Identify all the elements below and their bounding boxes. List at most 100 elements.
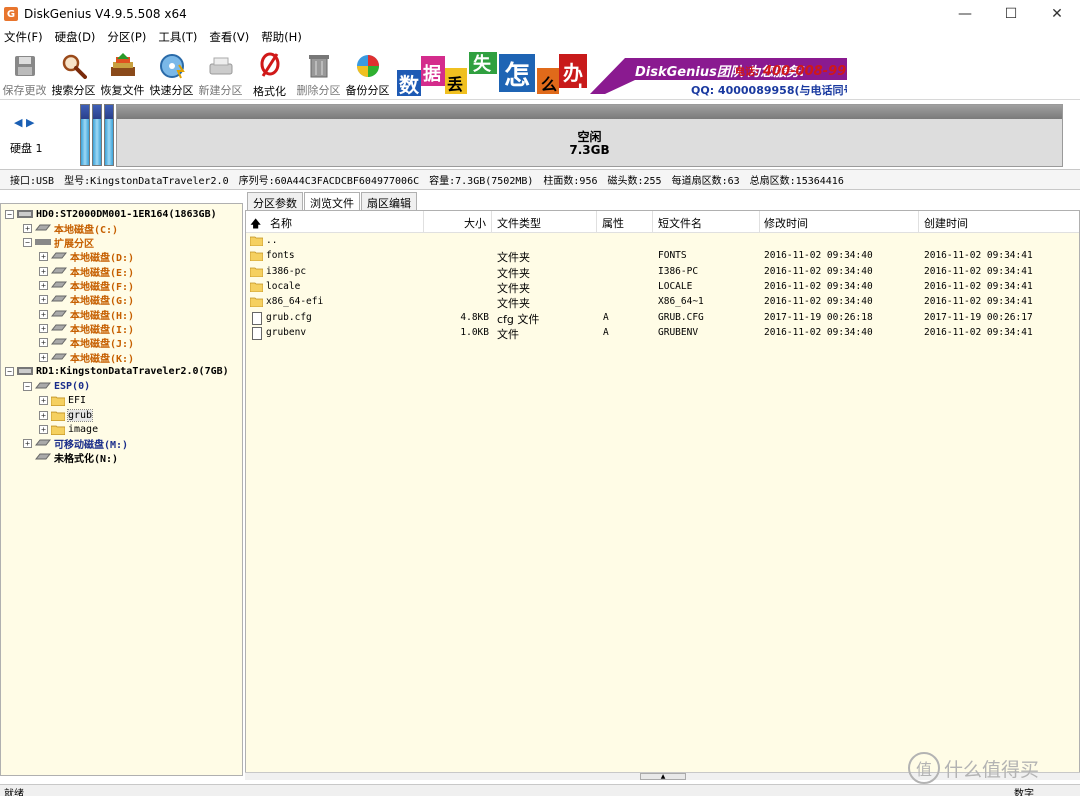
- folder-icon: [250, 282, 263, 292]
- tree-esp[interactable]: − ESP(0): [23, 379, 90, 393]
- title-bar: G DiskGenius V4.9.5.508 x64 — ☐ ✕: [0, 0, 1080, 28]
- file-row[interactable]: fonts 文件夹 FONTS 2016-11-02 09:34:40 2016-11-…: [246, 249, 1079, 264]
- delete-partition-button[interactable]: 删除分区: [294, 48, 343, 98]
- file-row[interactable]: locale 文件夹 LOCALE 2016-11-02 09:34:40 2016-1…: [246, 280, 1079, 295]
- free-space-bar[interactable]: 空闲 7.3GB: [116, 104, 1063, 167]
- cell-created: 2016-11-02 09:34:41: [924, 265, 1033, 277]
- tree-local-i[interactable]: + 本地磁盘(I:): [39, 321, 134, 336]
- cell-created: 2017-11-19 00:26:17: [924, 311, 1033, 323]
- tree-folder-image[interactable]: + image: [39, 422, 98, 436]
- menu-partition[interactable]: 分区(P): [103, 29, 150, 45]
- status-text: 就绪: [4, 789, 24, 796]
- cell-name: x86_64-efi: [266, 296, 324, 308]
- trash-can-icon: [304, 52, 334, 79]
- column-modified[interactable]: 修改时间: [764, 215, 808, 231]
- tree-extended[interactable]: − 扩展分区: [23, 235, 94, 250]
- file-icon: [252, 311, 262, 325]
- numlock-indicator: 数字: [1014, 789, 1034, 796]
- cell-name: ..: [266, 235, 278, 246]
- cell-attr: A: [603, 326, 609, 338]
- file-row[interactable]: x86_64-efi 文件夹 X86_64~1 2016-11-02 09:34:40…: [246, 295, 1079, 310]
- tree-local-e[interactable]: + 本地磁盘(E:): [39, 264, 134, 279]
- window-title: DiskGenius V4.9.5.508 x64: [24, 7, 187, 21]
- folder-icon: [250, 297, 263, 308]
- tree-unformatted[interactable]: 未格式化(N:): [35, 450, 118, 465]
- tab-browse-files[interactable]: 浏览文件: [304, 192, 360, 210]
- tree-folder-efi[interactable]: + EFI: [39, 393, 86, 407]
- column-name[interactable]: 名称: [270, 215, 292, 231]
- menu-help[interactable]: 帮助(H): [257, 29, 306, 45]
- save-changes-button[interactable]: 保存更改: [0, 48, 49, 98]
- file-row[interactable]: ..: [246, 234, 1079, 249]
- format-icon: [255, 52, 285, 80]
- tree-local-d[interactable]: + 本地磁盘(D:): [39, 249, 134, 264]
- banner-char-6: 么: [541, 75, 557, 94]
- tree-local-c[interactable]: + 本地磁盘(C:): [23, 221, 118, 236]
- tree-rd1[interactable]: − RD1:KingstonDataTraveler2.0(7GB): [5, 364, 229, 378]
- column-type[interactable]: 文件类型: [497, 215, 541, 231]
- partition-bar-unformatted[interactable]: [104, 104, 114, 166]
- cell-modified: 2016-11-02 09:34:40: [764, 265, 873, 277]
- cell-type: 文件夹: [497, 266, 530, 280]
- recover-files-button[interactable]: 恢复文件: [98, 48, 147, 98]
- cell-name: i386-pc: [266, 265, 307, 277]
- quick-partition-button[interactable]: 快速分区: [147, 48, 196, 98]
- partition-bar-removable[interactable]: [92, 104, 102, 166]
- cell-created: 2016-11-02 09:34:41: [924, 280, 1033, 292]
- partition-icon: [35, 382, 51, 389]
- minimize-button[interactable]: —: [942, 0, 988, 28]
- new-drive-icon: [206, 52, 236, 79]
- cell-type: cfg 文件: [497, 312, 540, 326]
- new-partition-button[interactable]: 新建分区: [196, 48, 245, 98]
- up-folder-icon[interactable]: 🡅: [250, 215, 261, 234]
- column-size[interactable]: 大小: [464, 215, 486, 231]
- search-partition-button[interactable]: 搜索分区: [49, 48, 98, 98]
- column-attr[interactable]: 属性: [602, 215, 624, 231]
- scroll-grip[interactable]: ▲: [640, 773, 686, 780]
- partition-bar-esp[interactable]: [80, 104, 90, 166]
- disk-nav-arrows[interactable]: ◀ ▶: [14, 116, 34, 129]
- ad-banner[interactable]: 数 据 丢 失 怎 么 办 ! DiskGenius团队 为您服务! 电话: 4…: [395, 50, 847, 98]
- partition-icon: [51, 353, 67, 360]
- close-button[interactable]: ✕: [1034, 0, 1080, 28]
- banner-char-2: 据: [423, 63, 441, 85]
- tree-hd0[interactable]: − HD0:ST2000DM001-1ER164(1863GB): [5, 207, 217, 221]
- backup-partition-button[interactable]: 备份分区: [343, 48, 392, 98]
- file-row[interactable]: i386-pc 文件夹 I386-PC 2016-11-02 09:34:40 2016…: [246, 265, 1079, 280]
- menu-view[interactable]: 查看(V): [205, 29, 253, 45]
- tree-local-j[interactable]: + 本地磁盘(J:): [39, 335, 134, 350]
- tree-local-k[interactable]: + 本地磁盘(K:): [39, 350, 134, 365]
- hard-disk-icon: [17, 210, 33, 218]
- disk-info-bar: 接口:USB 型号:KingstonDataTraveler2.0 序列号:60…: [0, 170, 1080, 190]
- cell-type: 文件夹: [497, 281, 530, 295]
- file-row[interactable]: grubenv 1.0KB 文件 A GRUBENV 2016-11-02 09:34:4…: [246, 326, 1079, 341]
- tab-partition-params[interactable]: 分区参数: [247, 192, 303, 210]
- cell-short: FONTS: [658, 250, 687, 262]
- menu-file[interactable]: 文件(F): [0, 29, 47, 45]
- format-button[interactable]: 格式化: [245, 48, 294, 98]
- menu-tools[interactable]: 工具(T): [154, 29, 201, 45]
- partition-icon: [51, 324, 67, 331]
- banner-char-4: 失: [473, 53, 492, 75]
- disk-lightning-icon: [157, 52, 187, 79]
- tab-sector-edit[interactable]: 扇区编辑: [361, 192, 417, 210]
- tree-folder-grub[interactable]: + grub: [39, 408, 94, 422]
- column-created[interactable]: 创建时间: [924, 215, 968, 231]
- cell-type: 文件夹: [497, 297, 530, 311]
- info-heads: 磁头数:255: [607, 176, 662, 187]
- column-short-name[interactable]: 短文件名: [658, 215, 702, 231]
- cell-type: 文件: [497, 327, 519, 341]
- maximize-button[interactable]: ☐: [988, 0, 1034, 28]
- tree-local-h[interactable]: + 本地磁盘(H:): [39, 307, 134, 322]
- file-row[interactable]: grub.cfg 4.8KB cfg 文件 A GRUB.CFG 2017-11-19 0…: [246, 311, 1079, 326]
- tree-local-g[interactable]: + 本地磁盘(G:): [39, 292, 134, 307]
- menu-disk[interactable]: 硬盘(D): [51, 29, 100, 45]
- cell-created: 2016-11-02 09:34:41: [924, 250, 1033, 262]
- recover-stack-icon: [108, 52, 138, 79]
- tree-local-f[interactable]: + 本地磁盘(F:): [39, 278, 134, 293]
- info-cylinders: 柱面数:956: [543, 176, 598, 187]
- cell-type: 文件夹: [497, 251, 530, 265]
- banner-qq: QQ: 4000089958(与电话同号): [691, 83, 847, 97]
- folder-icon: [51, 425, 65, 435]
- tree-removable[interactable]: + 可移动磁盘(M:): [23, 436, 128, 451]
